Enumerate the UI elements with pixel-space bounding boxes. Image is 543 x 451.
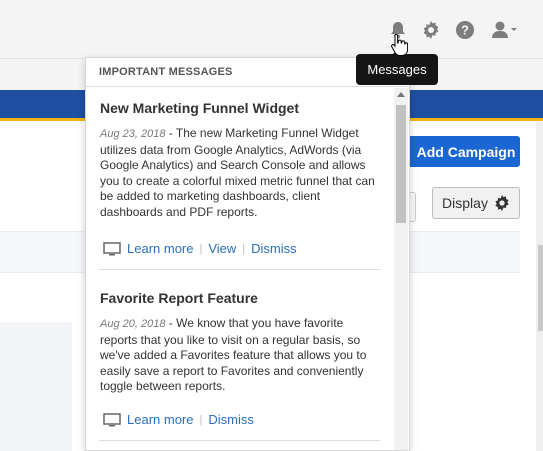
message-body: Aug 23, 2018 - The new Marketing Funnel … xyxy=(100,126,381,220)
learn-more-link[interactable]: Learn more xyxy=(127,412,193,427)
message-date: Aug 23, 2018 xyxy=(100,128,166,140)
gear-icon xyxy=(495,195,509,211)
message-item: Favorite Report Feature Aug 20, 2018 - W… xyxy=(100,290,381,395)
message-divider xyxy=(99,269,380,270)
view-link[interactable]: View xyxy=(208,241,236,256)
svg-text:?: ? xyxy=(461,23,469,38)
popup-scrollbar-thumb[interactable] xyxy=(396,105,406,223)
help-icon[interactable]: ? xyxy=(453,18,477,42)
add-campaign-button[interactable]: Add Campaign xyxy=(402,136,520,167)
monitor-icon xyxy=(103,412,121,426)
user-icon[interactable] xyxy=(490,18,520,42)
side-panel xyxy=(0,322,72,451)
learn-more-link[interactable]: Learn more xyxy=(127,241,193,256)
message-title: New Marketing Funnel Widget xyxy=(100,100,299,116)
message-title: Favorite Report Feature xyxy=(100,290,258,306)
monitor-icon xyxy=(103,241,121,255)
messages-popup: IMPORTANT MESSAGES New Marketing Funnel … xyxy=(85,57,410,451)
gear-icon[interactable] xyxy=(419,18,443,42)
messages-tooltip: Messages xyxy=(356,49,438,85)
display-button[interactable]: Display xyxy=(432,187,520,219)
message-actions: Learn more | Dismiss xyxy=(103,412,254,427)
message-divider xyxy=(99,440,380,441)
dismiss-link[interactable]: Dismiss xyxy=(251,241,297,256)
message-item: New Marketing Funnel Widget Aug 23, 2018… xyxy=(100,100,381,220)
hand-cursor-icon xyxy=(391,33,408,56)
display-label: Display xyxy=(442,195,488,211)
top-bar: ? xyxy=(0,0,543,59)
scroll-up-arrow-icon[interactable] xyxy=(397,92,405,97)
message-date: Aug 20, 2018 xyxy=(100,318,166,330)
page-scrollbar-thumb[interactable] xyxy=(538,245,543,331)
message-actions: Learn more | View | Dismiss xyxy=(103,241,297,256)
dismiss-link[interactable]: Dismiss xyxy=(208,412,254,427)
message-body: Aug 20, 2018 - We know that you have fav… xyxy=(100,316,381,395)
